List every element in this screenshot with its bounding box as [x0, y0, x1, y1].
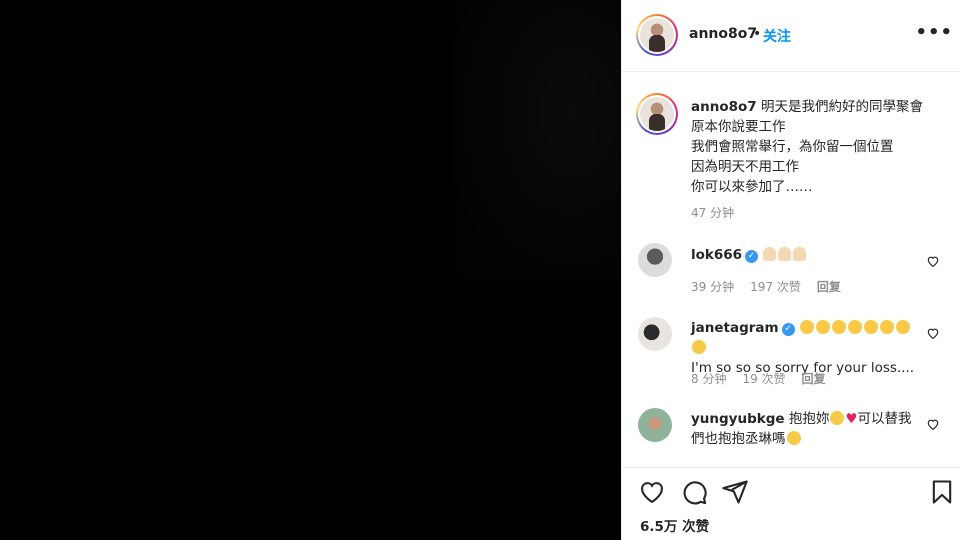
commenter-username[interactable]: lok666 [691, 247, 742, 263]
comment-timestamp[interactable]: 39 分钟 [691, 280, 734, 294]
comments-list[interactable]: anno8o7 明天是我們約好的同學聚會 原本你說要工作 我們會照常舉行，為你留… [622, 73, 960, 467]
caption-line: 因為明天不用工作 [691, 159, 799, 175]
commenter-avatar[interactable] [638, 408, 672, 442]
comment-meta: 8 分钟 19 次赞 回复 [691, 370, 842, 387]
follow-button[interactable]: 关注 [763, 26, 791, 46]
post-likes-count[interactable]: 6.5万 次赞 [640, 515, 709, 535]
post-side-panel: anno8o7 • 关注 ••• anno8o7 明天是我們約好的同學聚會 原本… [621, 0, 960, 540]
comment-body: 抱抱妳 [788, 411, 830, 427]
save-bookmark-icon[interactable] [928, 478, 956, 506]
author-username[interactable]: anno8o7 [689, 26, 757, 42]
crying-face-icon [786, 431, 801, 445]
crying-face-icon [799, 320, 814, 334]
comment-text: janetagram ✓ I'm so so so sorry for your … [691, 318, 921, 378]
comment-bubble-icon[interactable] [680, 478, 708, 506]
comment-text: lok666 ✓ [691, 245, 921, 265]
like-comment-heart-icon[interactable] [926, 254, 940, 268]
reply-button[interactable]: 回复 [802, 372, 826, 386]
commenter-avatar[interactable] [638, 243, 672, 277]
separator-dot: • [753, 26, 762, 42]
caption-line: 你可以來參加了…… [691, 179, 813, 195]
red-heart-icon: ♥ [845, 411, 858, 427]
commenter-username[interactable]: janetagram [691, 320, 779, 336]
crying-face-icon [831, 320, 846, 334]
reply-button[interactable]: 回复 [817, 280, 841, 294]
caption-username[interactable]: anno8o7 [691, 99, 757, 115]
comment-text: yungyubkge 抱抱妳 ♥可以替我 們也抱抱丞琳嗎 [691, 409, 921, 449]
crying-face-icon [830, 411, 845, 425]
comment-body: 可以替我 [857, 411, 912, 427]
crying-face-icon [863, 320, 878, 334]
post-header: anno8o7 • 关注 ••• [622, 0, 960, 72]
post-actions: 6.5万 次赞 [622, 467, 960, 540]
post-media[interactable] [0, 0, 621, 540]
more-options-icon[interactable]: ••• [915, 22, 953, 43]
crying-face-icon [879, 320, 894, 334]
comment-meta: 39 分钟 197 次赞 回复 [691, 278, 857, 295]
comment-likes[interactable]: 197 次赞 [750, 280, 801, 294]
commenter-avatar[interactable] [638, 317, 672, 351]
share-paper-plane-icon[interactable] [721, 478, 749, 506]
crying-face-icon [895, 320, 910, 334]
verified-badge-icon: ✓ [781, 323, 795, 336]
commenter-username[interactable]: yungyubkge [691, 411, 785, 427]
comment-likes[interactable]: 19 次赞 [742, 372, 785, 386]
caption-line: 我們會照常舉行，為你留一個位置 [691, 139, 894, 155]
folded-hands-icon [763, 247, 777, 261]
comment-timestamp[interactable]: 8 分钟 [691, 372, 726, 386]
like-heart-icon[interactable] [638, 478, 666, 506]
folded-hands-icon [793, 247, 807, 261]
verified-badge-icon: ✓ [745, 250, 759, 263]
caption-avatar[interactable] [636, 93, 678, 135]
like-comment-heart-icon[interactable] [926, 417, 940, 431]
crying-face-icon [847, 320, 862, 334]
comment-body: 們也抱抱丞琳嗎 [691, 431, 786, 447]
caption-text: anno8o7 明天是我們約好的同學聚會 原本你說要工作 我們會照常舉行，為你留… [691, 97, 941, 197]
like-comment-heart-icon[interactable] [926, 326, 940, 340]
author-avatar[interactable] [636, 14, 678, 56]
caption-timestamp[interactable]: 47 分钟 [691, 204, 734, 221]
crying-face-icon [692, 340, 706, 354]
folded-hands-icon [778, 247, 792, 261]
caption-line: 明天是我們約好的同學聚會 [760, 99, 923, 115]
crying-face-icon [815, 320, 830, 334]
caption-line: 原本你說要工作 [691, 119, 786, 135]
